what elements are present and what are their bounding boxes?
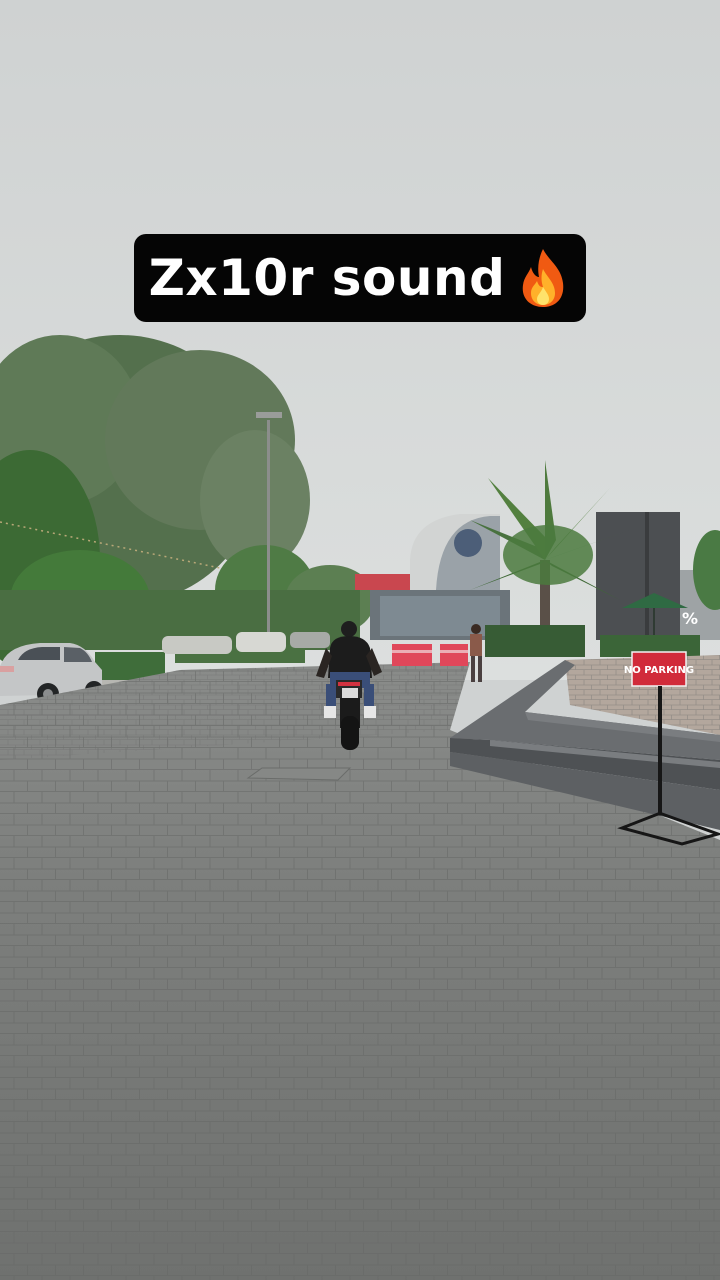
storefront-sign: %	[682, 609, 698, 628]
no-parking-text: NO PARKING	[624, 665, 694, 676]
video-frame: % NO PARKING Zx10r sound	[0, 0, 720, 1280]
caption-text: Zx10r sound	[148, 249, 506, 307]
street-scene: % NO PARKING	[0, 0, 720, 1280]
traffic-barriers	[392, 644, 468, 666]
video-caption: Zx10r sound	[134, 234, 586, 322]
manhole-cover	[246, 767, 352, 781]
fire-icon	[523, 249, 564, 307]
